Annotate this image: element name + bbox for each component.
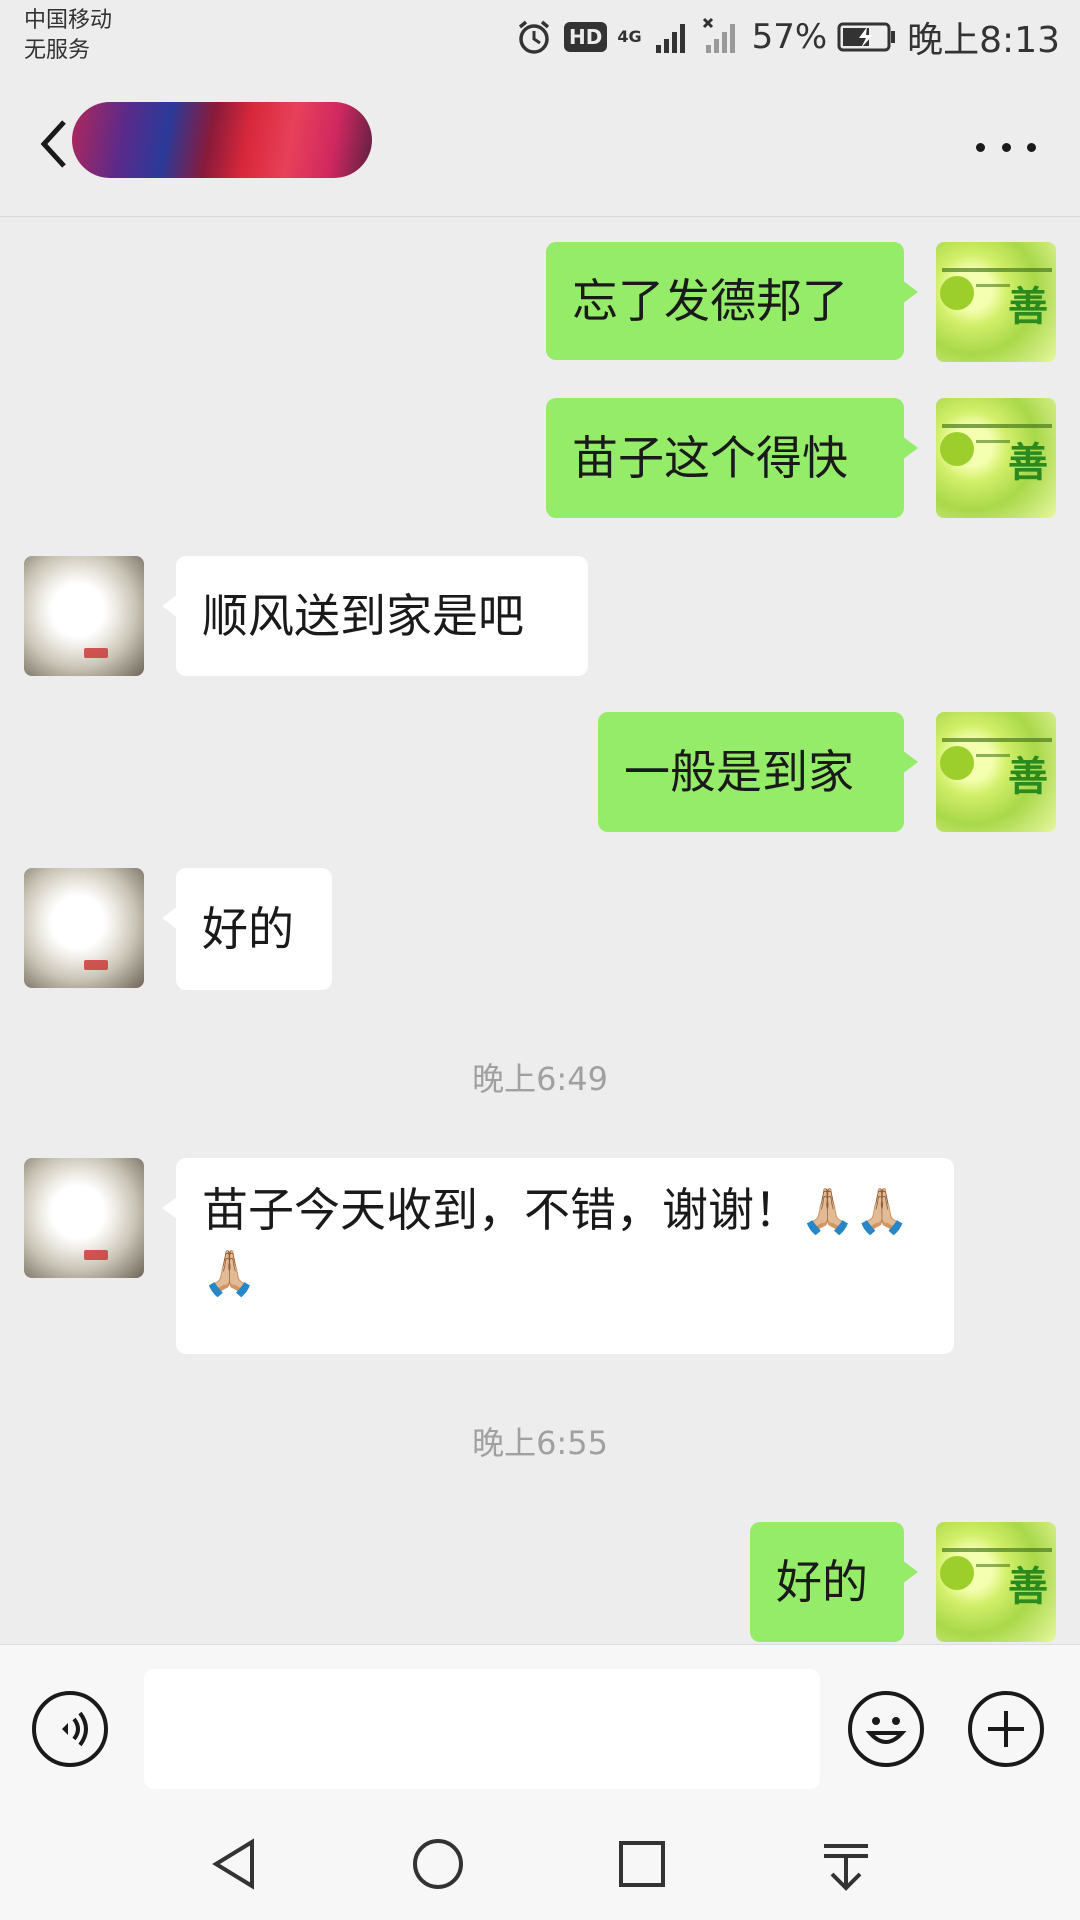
message-bubble-me[interactable]: 苗子这个得快 xyxy=(546,398,918,518)
message-bubble-other[interactable]: 顺风送到家是吧 xyxy=(162,556,588,676)
service-status: 无服务 xyxy=(24,38,91,63)
message-input[interactable] xyxy=(144,1669,820,1789)
plus-icon[interactable] xyxy=(968,1691,1044,1767)
status-bar: 中国移动 无服务 HD 4G 57% 晚上8:13 xyxy=(0,0,1080,80)
back-triangle-icon[interactable] xyxy=(206,1834,266,1894)
carrier-info: 中国移动 无服务 xyxy=(24,6,112,66)
clock-time: 晚上8:13 xyxy=(907,20,1060,61)
emoji-smile-icon[interactable] xyxy=(848,1691,924,1767)
chat-header xyxy=(0,80,1080,217)
avatar-self[interactable]: 善 xyxy=(936,398,1056,518)
carrier-name: 中国移动 xyxy=(24,8,113,33)
avatar-other[interactable] xyxy=(24,556,144,676)
battery-percent: 57% xyxy=(751,17,828,57)
avatar-other[interactable] xyxy=(24,1158,144,1278)
hd-badge: HD xyxy=(563,22,608,52)
status-icons: HD 4G 57% 晚上8:13 xyxy=(514,10,1060,64)
message-bubble-me[interactable]: 忘了发德邦了 xyxy=(546,242,918,360)
avatar-self[interactable]: 善 xyxy=(936,242,1056,362)
chat-input-bar xyxy=(0,1644,1080,1813)
more-horizontal-icon[interactable] xyxy=(976,122,1036,172)
avatar-other[interactable] xyxy=(24,868,144,988)
home-circle-icon[interactable] xyxy=(408,1834,468,1894)
avatar-self[interactable]: 善 xyxy=(936,712,1056,832)
no-signal-icon xyxy=(702,17,735,53)
contact-name-redacted xyxy=(72,102,372,178)
voice-icon[interactable] xyxy=(32,1691,108,1767)
message-timestamp: 晚上6:49 xyxy=(472,1060,608,1098)
message-text: 苗子今天收到，不错，谢谢！ xyxy=(202,1183,800,1237)
battery-charging-icon xyxy=(837,22,896,52)
message-bubble-other[interactable]: 好的 xyxy=(162,868,332,990)
message-bubble-me[interactable]: 一般是到家 xyxy=(598,712,918,832)
network-type: 4G xyxy=(617,27,642,46)
recents-square-icon[interactable] xyxy=(612,1834,672,1894)
avatar-self[interactable]: 善 xyxy=(936,1522,1056,1642)
alarm-icon xyxy=(518,20,550,54)
system-nav-bar xyxy=(0,1812,1080,1920)
signal-icon xyxy=(655,24,685,53)
notification-pull-icon[interactable] xyxy=(816,1834,876,1894)
message-bubble-me[interactable]: 好的 xyxy=(750,1522,918,1642)
message-bubble-other[interactable]: 苗子今天收到，不错，谢谢！🙏🏼🙏🏼🙏🏼 xyxy=(162,1158,954,1354)
message-timestamp: 晚上6:55 xyxy=(472,1424,608,1462)
